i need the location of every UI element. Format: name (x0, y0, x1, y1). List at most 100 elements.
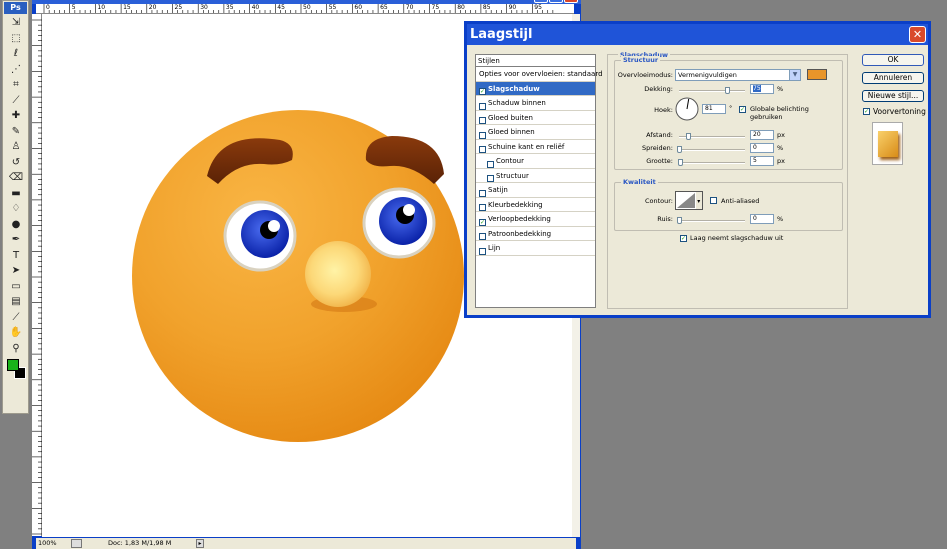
style-checkbox[interactable] (479, 88, 486, 95)
style-item[interactable]: Schaduw binnen (476, 96, 595, 111)
style-checkbox[interactable] (479, 102, 486, 110)
style-checkbox[interactable] (479, 204, 486, 211)
style-item[interactable]: Contour (476, 154, 595, 169)
contour-picker[interactable]: ▾ (675, 191, 703, 210)
gradient-tool-icon[interactable]: ▬ (7, 188, 25, 200)
noise-slider[interactable] (679, 220, 745, 222)
doc-size-icon[interactable] (71, 539, 82, 548)
angle-unit: ° (729, 104, 733, 112)
opacity-slider[interactable] (679, 90, 745, 92)
spread-unit: % (777, 144, 784, 152)
knockout-checkbox[interactable] (680, 235, 687, 242)
style-item-label: Satijn (488, 186, 508, 194)
style-checkbox[interactable] (479, 233, 486, 240)
style-checkbox[interactable] (479, 117, 486, 124)
spread-input[interactable]: 0 (750, 143, 774, 153)
style-item[interactable]: Verloopbedekking (476, 212, 595, 227)
blend-mode-select[interactable]: Vermenigvuldigen ▼ (675, 69, 801, 81)
shadow-color-swatch[interactable] (807, 69, 827, 80)
angle-label: Hoek: (654, 106, 673, 114)
spread-label: Spreiden: (641, 144, 673, 152)
history-brush-tool-icon[interactable]: ↺ (7, 157, 25, 169)
ruler-tick-label: 90 (508, 4, 517, 11)
knockout-label: Laag neemt slagschaduw uit (690, 234, 784, 242)
healing-brush-tool-icon[interactable]: ✚ (7, 110, 25, 122)
style-item[interactable]: Patroonbedekking (476, 227, 595, 241)
style-item[interactable]: Gloed buiten (476, 111, 595, 125)
style-preview-thumbnail (872, 122, 903, 165)
style-item[interactable]: Schuine kant en reliëf (476, 140, 595, 154)
style-checkbox[interactable] (479, 131, 486, 139)
distance-slider-handle[interactable] (686, 133, 691, 140)
magic-wand-tool-icon[interactable]: ⋰ (7, 64, 25, 76)
hand-tool-icon[interactable]: ✋ (7, 327, 25, 339)
slice-tool-icon[interactable]: ⟋ (7, 95, 25, 107)
opacity-slider-handle[interactable] (725, 87, 730, 94)
size-slider[interactable] (679, 162, 745, 164)
clone-stamp-tool-icon[interactable]: ♙ (7, 141, 25, 153)
ruler-tick-label: 30 (200, 4, 208, 11)
angle-input[interactable]: 81 (702, 104, 726, 114)
notes-tool-icon[interactable]: ▤ (7, 296, 25, 308)
left-eye-highlight (268, 220, 280, 232)
lasso-tool-icon[interactable]: ℓ (7, 48, 25, 60)
minimize-button[interactable] (534, 0, 548, 3)
shape-tool-icon[interactable]: ▭ (7, 281, 25, 293)
quality-legend: Kwaliteit (621, 178, 658, 186)
move-tool-icon[interactable]: ⇲ (7, 17, 25, 29)
spread-slider-handle[interactable] (677, 146, 682, 153)
dialog-title: Laagstijl (470, 27, 533, 42)
styles-header[interactable]: Stijlen (476, 55, 595, 67)
style-item[interactable]: Kleurbedekking (476, 198, 595, 212)
blend-options-item[interactable]: Opties voor overvloeien: standaard (476, 67, 603, 82)
distance-unit: px (777, 131, 785, 139)
style-item[interactable]: Lijn (476, 241, 595, 256)
preview-label: Voorvertoning (873, 107, 926, 116)
size-input[interactable]: 5 (750, 156, 774, 166)
style-checkbox[interactable] (479, 146, 486, 153)
foreground-color-swatch[interactable] (7, 359, 19, 371)
close-button[interactable] (564, 0, 578, 3)
zoom-level[interactable]: 100% (38, 538, 57, 549)
dialog-close-button[interactable]: ✕ (909, 26, 926, 43)
style-checkbox[interactable] (479, 218, 486, 226)
global-light-checkbox[interactable] (739, 106, 746, 113)
new-style-button[interactable]: Nieuwe stijl... (862, 90, 924, 102)
blur-tool-icon[interactable]: ♢ (7, 203, 25, 215)
chevron-down-icon[interactable]: ▼ (789, 70, 800, 80)
zoom-tool-icon[interactable]: ⚲ (7, 343, 25, 355)
style-checkbox[interactable] (487, 160, 494, 168)
brush-tool-icon[interactable]: ✎ (7, 126, 25, 138)
size-slider-handle[interactable] (678, 159, 683, 166)
status-menu-arrow-icon[interactable]: ▸ (196, 539, 204, 548)
spread-slider[interactable] (679, 149, 745, 151)
style-item-label: Structuur (496, 171, 529, 180)
ruler-tick-label: 0 (46, 4, 50, 11)
style-item[interactable]: Slagschaduw (476, 81, 595, 96)
distance-input[interactable]: 20 (750, 130, 774, 140)
style-checkbox[interactable] (487, 175, 494, 182)
style-item[interactable]: Satijn (476, 183, 595, 198)
preview-checkbox[interactable] (863, 108, 870, 115)
angle-dial[interactable] (675, 97, 699, 121)
dodge-tool-icon[interactable]: ● (7, 219, 25, 231)
style-item[interactable]: Structuur (476, 169, 595, 183)
path-selection-tool-icon[interactable]: ➤ (7, 265, 25, 277)
cancel-button[interactable]: Annuleren (862, 72, 924, 84)
style-checkbox[interactable] (479, 247, 486, 255)
eyedropper-tool-icon[interactable]: ⟋ (7, 312, 25, 324)
crop-tool-icon[interactable]: ⌗ (7, 79, 25, 91)
eraser-tool-icon[interactable]: ⌫ (7, 172, 25, 184)
noise-input[interactable]: 0 (750, 214, 774, 224)
type-tool-icon[interactable]: T (7, 250, 25, 262)
marquee-tool-icon[interactable]: ⬚ (7, 33, 25, 45)
maximize-button[interactable] (549, 0, 563, 3)
noise-slider-handle[interactable] (677, 217, 682, 224)
style-checkbox[interactable] (479, 189, 486, 197)
style-item[interactable]: Gloed binnen (476, 125, 595, 140)
opacity-input[interactable]: 75 (750, 84, 774, 94)
ok-button[interactable]: OK (862, 54, 924, 66)
style-item-label: Lijn (488, 244, 501, 252)
pen-tool-icon[interactable]: ✒ (7, 234, 25, 246)
anti-aliased-checkbox[interactable] (710, 197, 717, 204)
